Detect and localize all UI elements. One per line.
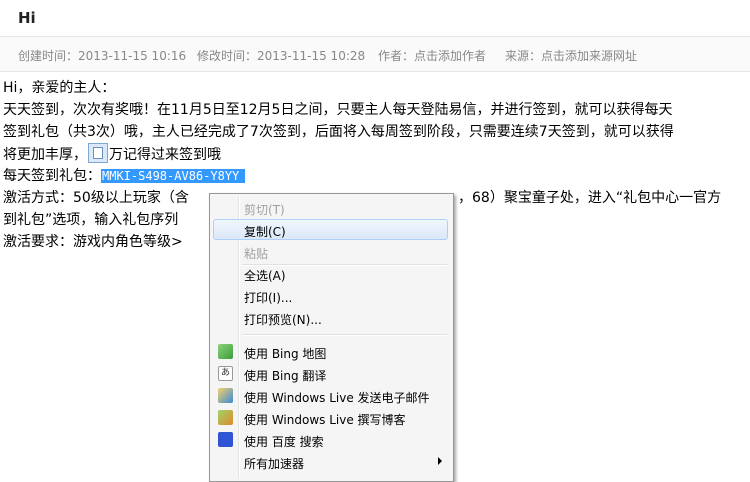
menu-item-label: 使用 百度 搜索: [244, 435, 324, 449]
submenu-arrow-icon: [438, 457, 442, 465]
menu-item-all-accelerators[interactable]: 所有加速器: [213, 451, 448, 472]
menu-item-label: 复制(C): [244, 225, 286, 239]
body-line: 签到礼包（共3次）哦，主人已经完成了7次签到，后面将入每周签到阶段，只需要连续7…: [3, 124, 674, 140]
menu-item-paste[interactable]: 粘贴: [213, 241, 448, 262]
menu-item-copy[interactable]: 复制(C): [213, 219, 448, 240]
body-line: Hi，亲爱的主人：: [3, 80, 116, 96]
context-menu: 剪切(T) 复制(C) 粘贴 全选(A) 打印(I)... 打印预览(N)...…: [209, 193, 454, 482]
note-meta-bar: 创建时间：2013-11-15 10:16 修改时间：2013-11-15 10…: [0, 37, 750, 72]
menu-item-bing-translate[interactable]: あ 使用 Bing 翻译: [213, 363, 448, 384]
body-line: 将更加丰厚， 万记得过来签到哦: [3, 143, 221, 166]
menu-item-windows-live-mail[interactable]: 使用 Windows Live 发送电子邮件: [213, 385, 448, 406]
author-field[interactable]: 作者：点击添加作者: [378, 47, 486, 64]
source-field[interactable]: 来源：点击添加来源网址: [505, 47, 637, 64]
menu-item-label: 使用 Windows Live 发送电子邮件: [244, 391, 430, 405]
menu-item-bing-maps[interactable]: 使用 Bing 地图: [213, 341, 448, 362]
menu-item-select-all[interactable]: 全选(A): [213, 263, 448, 284]
menu-item-label: 所有加速器: [244, 457, 305, 471]
body-line: 天天签到，次次有奖哦！在11月5日至12月5日之间，只要主人每天登陆易信，并进行…: [3, 102, 673, 118]
body-line: ，68）聚宝童子处，进入“礼包中心一官方: [458, 190, 722, 206]
body-text: 万记得过来签到哦: [109, 147, 221, 163]
menu-item-label: 使用 Bing 翻译: [244, 369, 327, 383]
menu-item-baidu-search[interactable]: 使用 百度 搜索: [213, 429, 448, 450]
note-header: Hi: [0, 0, 750, 37]
baidu-search-icon: [218, 432, 233, 447]
paste-options-icon[interactable]: [88, 143, 108, 163]
menu-item-label: 剪切(T): [244, 203, 285, 217]
menu-item-label: 粘贴: [244, 247, 269, 261]
body-line: 到礼包”选项，输入礼包序列: [3, 212, 179, 228]
modified-time: 修改时间：2013-11-15 10:28: [197, 49, 366, 63]
menu-item-windows-live-blog[interactable]: 使用 Windows Live 撰写博客: [213, 407, 448, 428]
menu-item-label: 打印预览(N)...: [244, 313, 322, 327]
body-line: 激活方式：50级以上玩家（含: [3, 190, 189, 206]
menu-item-label: 全选(A): [244, 269, 286, 283]
body-text: 每天签到礼包：: [3, 168, 101, 184]
menu-separator: [242, 334, 447, 336]
windows-live-mail-icon: [218, 388, 233, 403]
bing-translate-icon: あ: [218, 366, 233, 381]
body-line: 每天签到礼包：MMKI-S498-AV86-Y8YY: [3, 165, 246, 187]
menu-item-label: 使用 Bing 地图: [244, 347, 327, 361]
bing-maps-icon: [218, 344, 233, 359]
windows-live-blog-icon: [218, 410, 233, 425]
menu-item-label: 打印(I)...: [244, 291, 293, 305]
body-line: 激活要求：游戏内角色等级>: [3, 234, 183, 250]
selected-gift-code[interactable]: MMKI-S498-AV86-Y8YY: [101, 169, 246, 183]
menu-item-cut[interactable]: 剪切(T): [213, 197, 448, 218]
menu-item-print-preview[interactable]: 打印预览(N)...: [213, 307, 448, 328]
note-title[interactable]: Hi: [18, 9, 36, 27]
menu-item-label: 使用 Windows Live 撰写博客: [244, 413, 406, 427]
body-text: 将更加丰厚，: [3, 147, 87, 163]
created-time: 创建时间：2013-11-15 10:16: [18, 49, 187, 63]
menu-item-print[interactable]: 打印(I)...: [213, 285, 448, 306]
